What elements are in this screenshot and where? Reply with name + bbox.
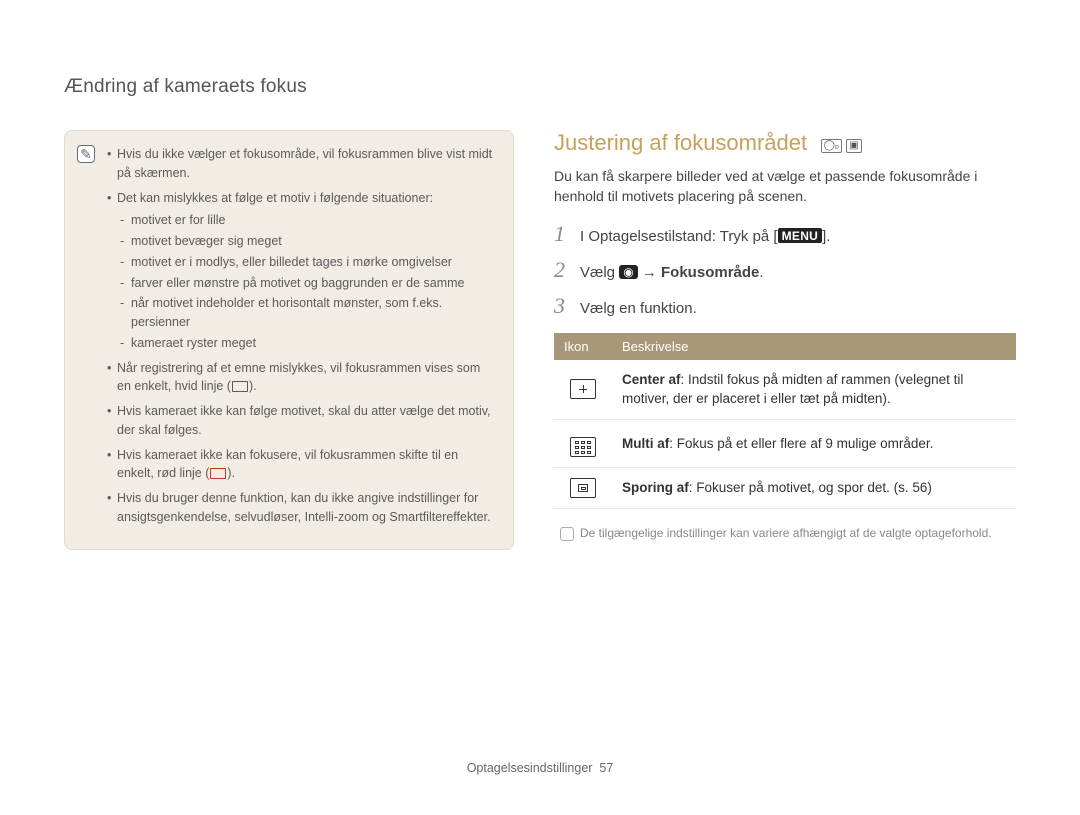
page-footer: Optagelsesindstillinger 57 (0, 761, 1080, 775)
option-title: Center af (622, 372, 681, 387)
table-header-desc: Beskrivelse (612, 333, 1016, 360)
step-1: 1 I Optagelsestilstand: Tryk på [MENU]. (554, 221, 1016, 247)
note-text: Hvis kameraet ikke kan fokusere, vil fok… (117, 448, 458, 481)
step-number: 3 (554, 293, 572, 319)
table-row: Multi af: Fokus på et eller flere af 9 m… (554, 419, 1016, 468)
left-column: ✎ Hvis du ikke vælger et fokusområde, vi… (64, 130, 514, 550)
page-header-title: Ændring af kameraets fokus (64, 76, 307, 98)
footer-section: Optagelsesindstillinger (467, 761, 593, 775)
step-number: 2 (554, 257, 572, 283)
note-sub-item: farver eller mønstre på motivet og baggr… (117, 274, 497, 293)
note-sub-item: motivet er i modlys, eller billedet tage… (117, 253, 497, 272)
steps-list: 1 I Optagelsestilstand: Tryk på [MENU]. … (554, 221, 1016, 319)
table-row: Sporing af: Fokuser på motivet, og spor … (554, 468, 1016, 509)
option-title: Multi af (622, 436, 669, 451)
note-text: ). (249, 379, 257, 393)
note-sub-item: når motivet indeholder et horisontalt mø… (117, 294, 497, 332)
section-title: Justering af fokusområdet (554, 130, 807, 156)
note-item: Hvis du ikke vælger et fokusområde, vil … (107, 145, 497, 183)
note-sub-item: motivet er for lille (117, 211, 497, 230)
section-intro: Du kan få skarpere billeder ved at vælge… (554, 166, 1016, 207)
mode-icons: ◯ₚ ▣ (821, 139, 862, 153)
note-item: Hvis kameraet ikke kan følge motivet, sk… (107, 402, 497, 440)
note-item: Hvis du bruger denne funktion, kan du ik… (107, 489, 497, 527)
camera-icon: ◉ (619, 265, 637, 279)
note-item: Det kan mislykkes at følge et motiv i fø… (107, 189, 497, 353)
note-text: Når registrering af et emne mislykkes, v… (117, 361, 480, 394)
step-text: Vælg en funktion. (580, 300, 697, 317)
tracking-af-icon (570, 478, 596, 498)
note-sub-item: kameraet ryster meget (117, 334, 497, 353)
step-2: 2 Vælg ◉ → Fokusområde. (554, 257, 1016, 283)
table-footnote: De tilgængelige indstillinger kan varier… (554, 525, 1016, 542)
note-item: Hvis kameraet ikke kan fokusere, vil fok… (107, 446, 497, 484)
note-text: ). (227, 466, 235, 480)
note-pencil-icon: ✎ (77, 145, 95, 163)
center-af-icon (570, 379, 596, 399)
right-column: Justering af fokusområdet ◯ₚ ▣ Du kan få… (554, 130, 1016, 550)
step-text: Vælg (580, 264, 619, 281)
option-desc: : Fokus på et eller flere af 9 mulige om… (669, 436, 933, 451)
note-item: Når registrering af et emne mislykkes, v… (107, 359, 497, 397)
step-text: . (759, 264, 763, 281)
table-header-icon: Ikon (554, 333, 612, 360)
footer-page-number: 57 (599, 761, 613, 775)
arrow-icon: → (638, 264, 661, 281)
focus-options-table: Ikon Beskrivelse Center af: Indstil foku… (554, 333, 1016, 510)
content-area: ✎ Hvis du ikke vælger et fokusområde, vi… (64, 130, 1016, 550)
step-text: I Optagelsestilstand: Tryk på [ (580, 228, 778, 245)
option-desc: : Fokuser på motivet, og spor det. (s. 5… (689, 480, 932, 495)
multi-af-icon (570, 437, 596, 457)
step-text-bold: Fokusområde (661, 264, 759, 281)
table-row: Center af: Indstil fokus på midten af ra… (554, 360, 1016, 420)
note-text: Det kan mislykkes at følge et motiv i fø… (117, 191, 433, 205)
note-sub-item: motivet bevæger sig meget (117, 232, 497, 251)
step-number: 1 (554, 221, 572, 247)
menu-button-icon: MENU (778, 228, 823, 243)
step-text: ]. (822, 228, 830, 245)
scene-mode-icon: ▣ (846, 139, 861, 153)
photo-mode-icon: ◯ₚ (821, 139, 842, 153)
focus-frame-red-icon (210, 468, 226, 479)
step-3: 3 Vælg en funktion. (554, 293, 1016, 319)
focus-frame-white-icon (232, 381, 248, 392)
note-box: ✎ Hvis du ikke vælger et fokusområde, vi… (64, 130, 514, 550)
option-title: Sporing af (622, 480, 689, 495)
